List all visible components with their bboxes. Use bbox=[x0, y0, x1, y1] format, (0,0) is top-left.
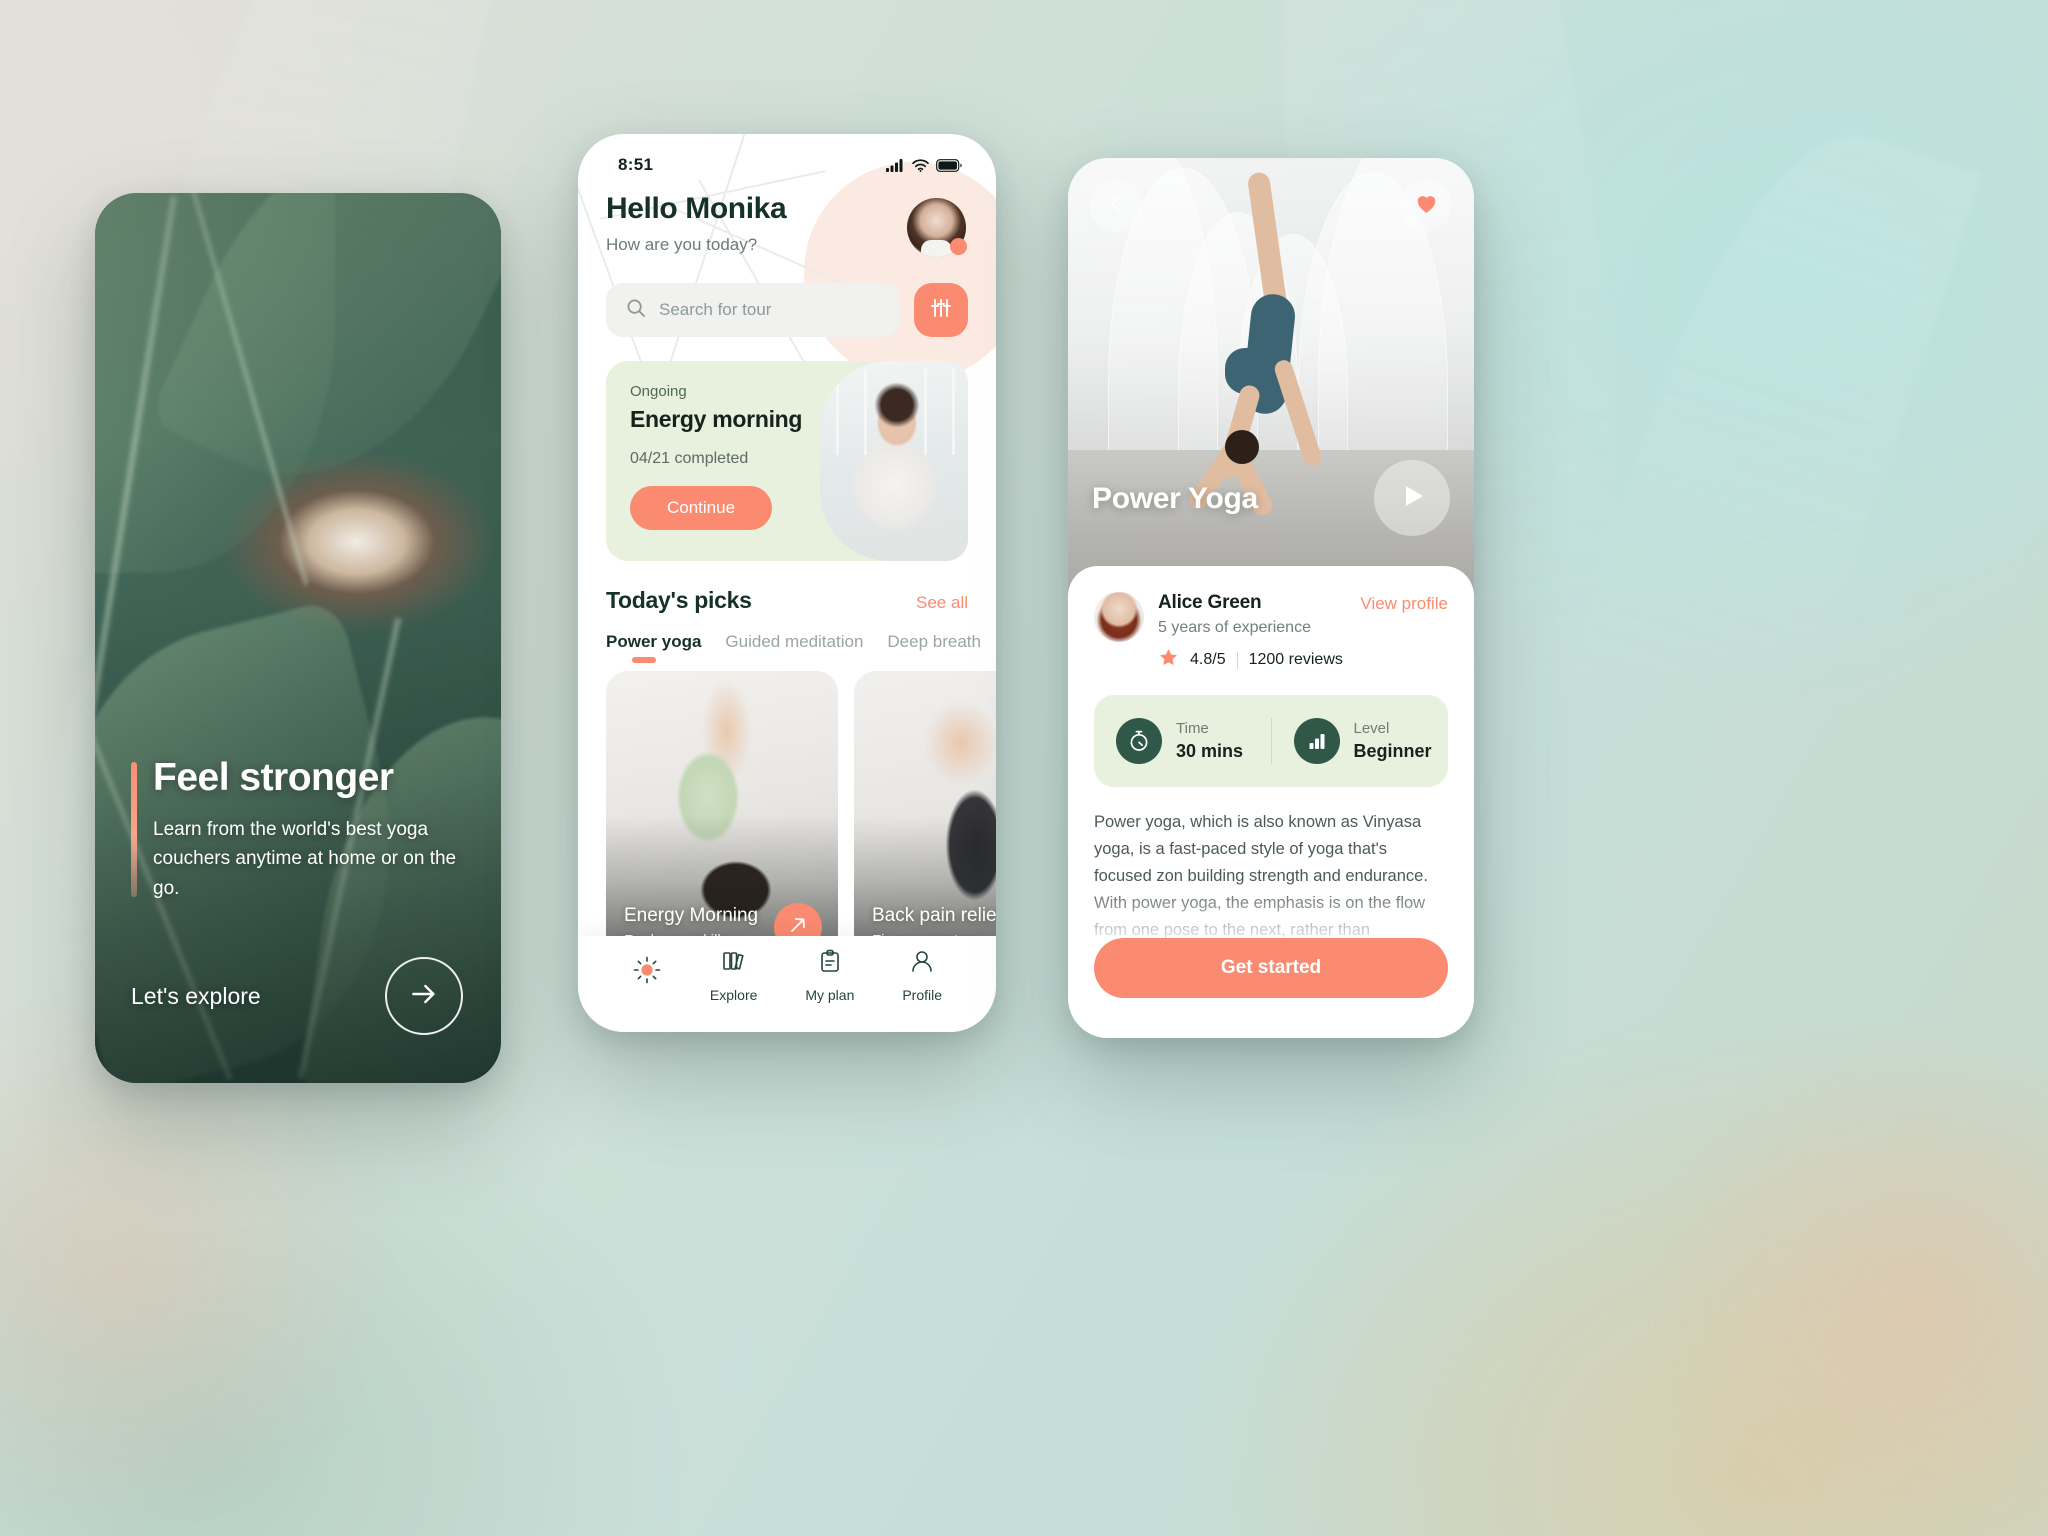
star-icon bbox=[1158, 647, 1179, 673]
nav-item-profile[interactable]: Profile bbox=[902, 949, 942, 1003]
bar-chart-icon bbox=[1293, 718, 1340, 764]
review-count: 1200 reviews bbox=[1248, 651, 1343, 668]
pick-card[interactable]: Back pain relief Fix your posture bbox=[854, 671, 996, 971]
greeting-subtitle: How are you today? bbox=[606, 235, 758, 254]
rating-row: 4.8/5 1200 reviews bbox=[1158, 647, 1343, 673]
category-tabs: Power yoga Guided meditation Deep breath… bbox=[606, 632, 981, 663]
nav-label-explore: Explore bbox=[709, 987, 758, 1003]
stat-key: Time bbox=[1176, 720, 1209, 737]
person-icon bbox=[909, 949, 935, 980]
instructor-name: Alice Green bbox=[1158, 592, 1262, 613]
stat-value: Beginner bbox=[1353, 741, 1432, 761]
chevron-left-icon bbox=[1105, 193, 1127, 220]
sliders-filter-icon bbox=[929, 296, 953, 325]
stat-level: Level Beginner bbox=[1272, 718, 1449, 764]
greeting-block: Hello Monika How are you today? bbox=[606, 192, 787, 255]
rating-divider bbox=[1236, 651, 1238, 669]
nav-item-explore[interactable]: Explore bbox=[710, 949, 757, 1003]
play-icon bbox=[1397, 481, 1427, 516]
arrow-right-button[interactable] bbox=[385, 957, 463, 1035]
continue-button[interactable]: Continue bbox=[630, 486, 772, 530]
avatar-wrapper[interactable] bbox=[907, 198, 967, 257]
nav-item-home[interactable] bbox=[632, 955, 662, 997]
rating-value: 4.8/5 bbox=[1190, 651, 1226, 668]
home-header: Hello Monika How are you today? bbox=[606, 134, 968, 257]
ongoing-thumbnail bbox=[820, 361, 968, 561]
stat-key: Level bbox=[1353, 720, 1390, 737]
play-button[interactable] bbox=[1374, 460, 1450, 536]
sun-icon bbox=[632, 955, 662, 990]
clipboard-icon bbox=[817, 949, 843, 980]
nav-item-my-plan[interactable]: My plan bbox=[805, 949, 854, 1003]
picks-header: Today's picks See all bbox=[606, 587, 968, 614]
stat-time: Time 30 mins bbox=[1094, 718, 1271, 764]
see-all-link[interactable]: See all bbox=[916, 593, 968, 613]
onboarding-subtitle: Learn from the world's best yoga coucher… bbox=[153, 818, 457, 899]
card-title: Back pain relief bbox=[872, 905, 996, 926]
home-body: Hello Monika How are you today? Search f… bbox=[578, 134, 996, 1032]
stat-time-text: Time 30 mins bbox=[1176, 720, 1243, 762]
detail-sheet: Alice Green 5 years of experience 4.8/5 … bbox=[1068, 566, 1474, 1038]
tab-deep-breath[interactable]: Deep breath bbox=[887, 632, 981, 663]
course-stats: Time 30 mins Level Beginner bbox=[1094, 695, 1448, 787]
get-started-button[interactable]: Get started bbox=[1094, 938, 1448, 998]
search-icon bbox=[626, 298, 646, 323]
search-placeholder: Search for tour bbox=[659, 300, 772, 319]
books-icon bbox=[721, 949, 747, 980]
lets-explore-label[interactable]: Let's explore bbox=[131, 983, 261, 1010]
filter-button[interactable] bbox=[914, 283, 968, 337]
home-screen: 8:51 Hello Monika How are you today? Sea… bbox=[578, 134, 996, 1032]
pick-card[interactable]: Energy Morning Rock your skills bbox=[606, 671, 838, 971]
tab-power-yoga[interactable]: Power yoga bbox=[606, 632, 701, 663]
yoga-pose-figure bbox=[1181, 171, 1361, 528]
course-detail-screen: Power Yoga Alice Green 5 years of experi… bbox=[1068, 158, 1474, 1038]
greeting-title: Hello Monika bbox=[606, 192, 787, 225]
stopwatch-icon bbox=[1116, 718, 1162, 764]
instructor-info: Alice Green 5 years of experience 4.8/5 … bbox=[1094, 592, 1343, 673]
section-title: Today's picks bbox=[606, 587, 752, 613]
heart-icon bbox=[1414, 191, 1439, 221]
background-glow bbox=[1640, 1040, 2048, 1536]
hero-title: Power Yoga bbox=[1092, 482, 1258, 515]
view-profile-link[interactable]: View profile bbox=[1360, 594, 1448, 614]
favorite-button[interactable] bbox=[1400, 180, 1452, 232]
ongoing-card: Ongoing Energy morning 04/21 completed C… bbox=[606, 361, 968, 561]
tab-guided-meditation[interactable]: Guided meditation bbox=[725, 632, 863, 663]
notification-dot bbox=[950, 238, 967, 255]
hero-top-bar bbox=[1090, 180, 1452, 232]
onboarding-title: Feel stronger bbox=[153, 755, 394, 799]
search-input[interactable]: Search for tour bbox=[606, 283, 900, 337]
nav-label-profile: Profile bbox=[902, 987, 943, 1003]
onboarding-screen: Feel stronger Learn from the world's bes… bbox=[95, 193, 501, 1083]
instructor-row: Alice Green 5 years of experience 4.8/5 … bbox=[1094, 592, 1448, 673]
stat-value: 30 mins bbox=[1176, 741, 1244, 761]
accent-bar bbox=[131, 761, 137, 897]
picks-card-list: Energy Morning Rock your skills Back pai… bbox=[606, 671, 996, 971]
instructor-avatar bbox=[1094, 592, 1144, 642]
onboarding-content: Feel stronger Learn from the world's bes… bbox=[131, 755, 473, 1035]
instructor-text: Alice Green 5 years of experience 4.8/5 … bbox=[1158, 592, 1343, 673]
hero-image: Power Yoga bbox=[1068, 158, 1474, 598]
arrow-right-icon bbox=[408, 978, 440, 1015]
stat-level-text: Level Beginner bbox=[1354, 720, 1432, 762]
bottom-navigation: Explore My plan Profile bbox=[578, 936, 996, 1032]
instructor-experience: 5 years of experience bbox=[1158, 619, 1311, 636]
search-row: Search for tour bbox=[606, 283, 968, 337]
onboarding-heading-block: Feel stronger Learn from the world's bes… bbox=[131, 755, 473, 903]
onboarding-cta-row: Let's explore bbox=[131, 957, 473, 1035]
nav-label-my-plan: My plan bbox=[805, 987, 855, 1003]
back-button[interactable] bbox=[1090, 180, 1142, 232]
card-title: Energy Morning bbox=[624, 905, 759, 926]
